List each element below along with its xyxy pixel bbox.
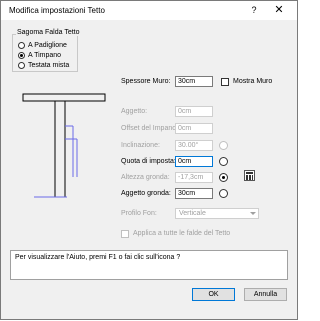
inclinazione-radio[interactable] — [219, 141, 228, 150]
applica-label: Applica a tutte le falde del Tetto — [133, 230, 231, 237]
altezza-label: Altezza gronda: — [121, 174, 170, 181]
aggetto-gronda-radio[interactable] — [219, 189, 228, 198]
mostra-muro-label: Mostra Muro — [233, 78, 273, 85]
profilo-select[interactable]: Verticale — [175, 208, 259, 219]
ok-button[interactable]: OK — [192, 288, 235, 301]
profilo-label: Profilo Fon: — [121, 210, 157, 217]
aggetto-gronda-label: Aggetto gronda: — [121, 190, 171, 197]
roof-slab-shape — [22, 93, 106, 102]
chevron-down-icon — [250, 212, 256, 215]
quota-input[interactable]: 0cm — [175, 156, 213, 167]
altezza-input[interactable]: -17,3cm — [175, 172, 213, 183]
mostra-muro-checkbox[interactable] — [221, 78, 229, 86]
profilo-select-value: Verticale — [179, 210, 206, 217]
calculator-icon[interactable] — [244, 170, 255, 181]
inclinazione-label: Inclinazione: — [121, 142, 160, 149]
spessore-input[interactable]: 30cm — [175, 76, 213, 87]
dialog-window: Modifica impostazioni Tetto ? ✕ Sagoma F… — [0, 0, 298, 320]
help-text-box: Per visualizzare l'Aiuto, premi F1 o fai… — [10, 250, 288, 280]
spessore-label: Spessore Muro: — [121, 78, 171, 85]
offset-label: Offset del Impano: — [121, 125, 179, 132]
wall-shape — [54, 100, 66, 198]
inclinazione-input[interactable]: 30.00° — [175, 140, 213, 151]
aggetto-input[interactable]: 0cm — [175, 106, 213, 117]
altezza-radio[interactable] — [219, 173, 228, 182]
quota-radio[interactable] — [219, 157, 228, 166]
applica-checkbox[interactable] — [121, 230, 129, 238]
offset-input[interactable]: 0cm — [175, 123, 213, 134]
aggetto-label: Aggetto: — [121, 108, 148, 115]
aggetto-gronda-input[interactable]: 30cm — [175, 188, 213, 199]
cancel-button[interactable]: Annulla — [244, 288, 287, 301]
quota-label: Quota di imposta: — [121, 158, 176, 165]
